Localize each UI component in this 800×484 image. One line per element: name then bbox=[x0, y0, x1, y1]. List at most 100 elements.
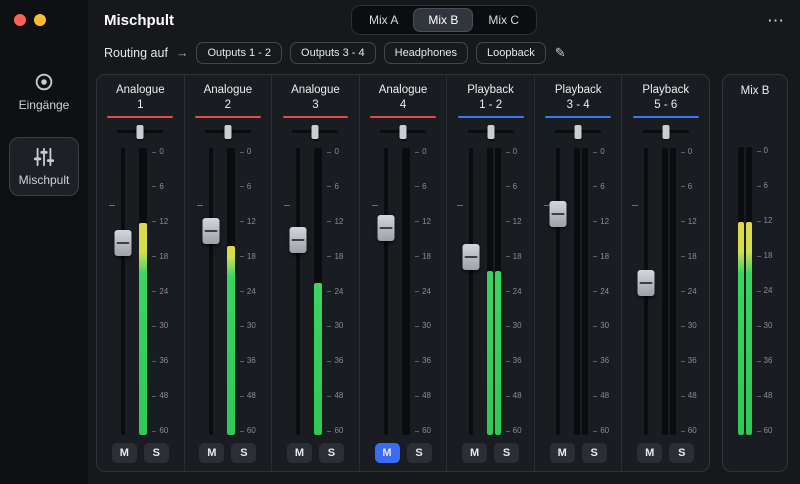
channel-fader[interactable] bbox=[635, 148, 657, 435]
channel-accent-bar bbox=[458, 116, 524, 118]
pencil-icon[interactable]: ✎ bbox=[555, 45, 566, 61]
db-scale-mark: 24 bbox=[240, 288, 256, 296]
more-menu-button[interactable]: ⋯ bbox=[767, 12, 784, 29]
channel-fader[interactable] bbox=[200, 148, 222, 435]
channel-fader[interactable] bbox=[112, 148, 134, 435]
mute-button[interactable]: M bbox=[550, 443, 575, 463]
mute-button[interactable]: M bbox=[637, 443, 662, 463]
sidebar-item-eingange[interactable]: Eingänge bbox=[9, 62, 79, 121]
fader-track[interactable] bbox=[209, 148, 213, 435]
scale-number: 18 bbox=[247, 253, 256, 261]
scale-number: 6 bbox=[159, 183, 163, 191]
db-scale: 0612182430364860 bbox=[593, 148, 609, 435]
solo-button[interactable]: S bbox=[582, 443, 607, 463]
fader-handle[interactable] bbox=[202, 218, 219, 244]
pan-handle[interactable] bbox=[575, 125, 582, 139]
pan-handle[interactable] bbox=[400, 125, 407, 139]
fader-handle[interactable] bbox=[115, 230, 132, 256]
db-scale-mark: 36 bbox=[327, 357, 343, 365]
scale-number: 6 bbox=[422, 183, 426, 191]
pan-slider[interactable] bbox=[643, 124, 689, 140]
scale-tick bbox=[593, 186, 597, 187]
channel-accent-bar bbox=[107, 116, 173, 118]
mute-button[interactable]: M bbox=[112, 443, 137, 463]
scale-tick bbox=[757, 431, 761, 432]
scale-number: 24 bbox=[159, 288, 168, 296]
top-bar: Mischpult Mix AMix BMix C ⋯ bbox=[88, 0, 800, 40]
mute-button[interactable]: M bbox=[199, 443, 224, 463]
scale-number: 12 bbox=[600, 218, 609, 226]
mute-button[interactable]: M bbox=[287, 443, 312, 463]
routing-button-outputs-3-4[interactable]: Outputs 3 - 4 bbox=[290, 42, 376, 64]
db-scale-mark: 6 bbox=[593, 183, 609, 191]
db-scale-mark: 36 bbox=[152, 357, 168, 365]
solo-button[interactable]: S bbox=[494, 443, 519, 463]
db-scale-mark: 18 bbox=[152, 253, 168, 261]
scale-tick bbox=[506, 221, 510, 222]
fader-track[interactable] bbox=[121, 148, 125, 435]
level-meter bbox=[314, 148, 322, 435]
channel-title: Playback5 - 6 bbox=[642, 83, 689, 113]
scale-tick bbox=[681, 431, 685, 432]
scale-number: 6 bbox=[688, 183, 692, 191]
channel-fader[interactable] bbox=[460, 148, 482, 435]
db-scale-mark: 48 bbox=[593, 392, 609, 400]
scale-tick bbox=[240, 291, 244, 292]
db-scale-mark: 24 bbox=[152, 288, 168, 296]
db-scale-mark: 36 bbox=[240, 357, 256, 365]
db-scale-mark: 0 bbox=[593, 148, 609, 156]
routing-button-headphones[interactable]: Headphones bbox=[384, 42, 468, 64]
fader-handle[interactable] bbox=[378, 215, 395, 241]
tab-mix-c[interactable]: Mix C bbox=[473, 8, 534, 32]
channel-fader[interactable] bbox=[375, 148, 397, 435]
channel-strip-playback-3-4: Playback3 - 40612182430364860MS bbox=[535, 75, 623, 471]
sidebar-item-mischpult[interactable]: Mischpult bbox=[9, 137, 79, 196]
tab-mix-a[interactable]: Mix A bbox=[354, 8, 413, 32]
pan-slider[interactable] bbox=[468, 124, 514, 140]
mute-button[interactable]: M bbox=[375, 443, 400, 463]
channel-fader[interactable] bbox=[287, 148, 309, 435]
minimize-window-button[interactable] bbox=[34, 14, 46, 26]
scale-tick bbox=[152, 326, 156, 327]
fader-handle[interactable] bbox=[290, 227, 307, 253]
routing-label: Routing auf bbox=[104, 46, 168, 60]
fader-track[interactable] bbox=[384, 148, 388, 435]
solo-button[interactable]: S bbox=[231, 443, 256, 463]
channel-fader[interactable] bbox=[547, 148, 569, 435]
pan-handle[interactable] bbox=[487, 125, 494, 139]
tab-mix-b[interactable]: Mix B bbox=[413, 8, 473, 32]
solo-button[interactable]: S bbox=[319, 443, 344, 463]
fader-handle[interactable] bbox=[462, 244, 479, 270]
fader-track[interactable] bbox=[469, 148, 473, 435]
routing-button-outputs-1-2[interactable]: Outputs 1 - 2 bbox=[196, 42, 282, 64]
fader-track[interactable] bbox=[296, 148, 300, 435]
meter-bar bbox=[574, 148, 580, 435]
unity-gain-tick bbox=[284, 205, 290, 206]
pan-slider[interactable] bbox=[292, 124, 338, 140]
scale-tick bbox=[415, 361, 419, 362]
pan-handle[interactable] bbox=[662, 125, 669, 139]
solo-button[interactable]: S bbox=[407, 443, 432, 463]
fader-handle[interactable] bbox=[550, 201, 567, 227]
close-window-button[interactable] bbox=[14, 14, 26, 26]
solo-button[interactable]: S bbox=[669, 443, 694, 463]
fader-track[interactable] bbox=[556, 148, 560, 435]
mute-button[interactable]: M bbox=[462, 443, 487, 463]
scale-tick bbox=[415, 221, 419, 222]
pan-handle[interactable] bbox=[137, 125, 144, 139]
scale-number: 12 bbox=[764, 217, 773, 225]
db-scale-mark: 18 bbox=[506, 253, 522, 261]
pan-slider[interactable] bbox=[205, 124, 251, 140]
pan-handle[interactable] bbox=[312, 125, 319, 139]
db-scale-mark: 60 bbox=[681, 427, 697, 435]
app-window: Eingänge Mischpult Mischpult Mix AMix BMi… bbox=[0, 0, 800, 484]
solo-button[interactable]: S bbox=[144, 443, 169, 463]
fader-handle[interactable] bbox=[637, 270, 654, 296]
pan-slider[interactable] bbox=[117, 124, 163, 140]
routing-button-loopback[interactable]: Loopback bbox=[476, 42, 546, 64]
pan-slider[interactable] bbox=[555, 124, 601, 140]
pan-handle[interactable] bbox=[224, 125, 231, 139]
fader-meter-area: 0612182430364860 bbox=[447, 148, 534, 435]
mute-solo-group: MS bbox=[287, 443, 344, 463]
pan-slider[interactable] bbox=[380, 124, 426, 140]
